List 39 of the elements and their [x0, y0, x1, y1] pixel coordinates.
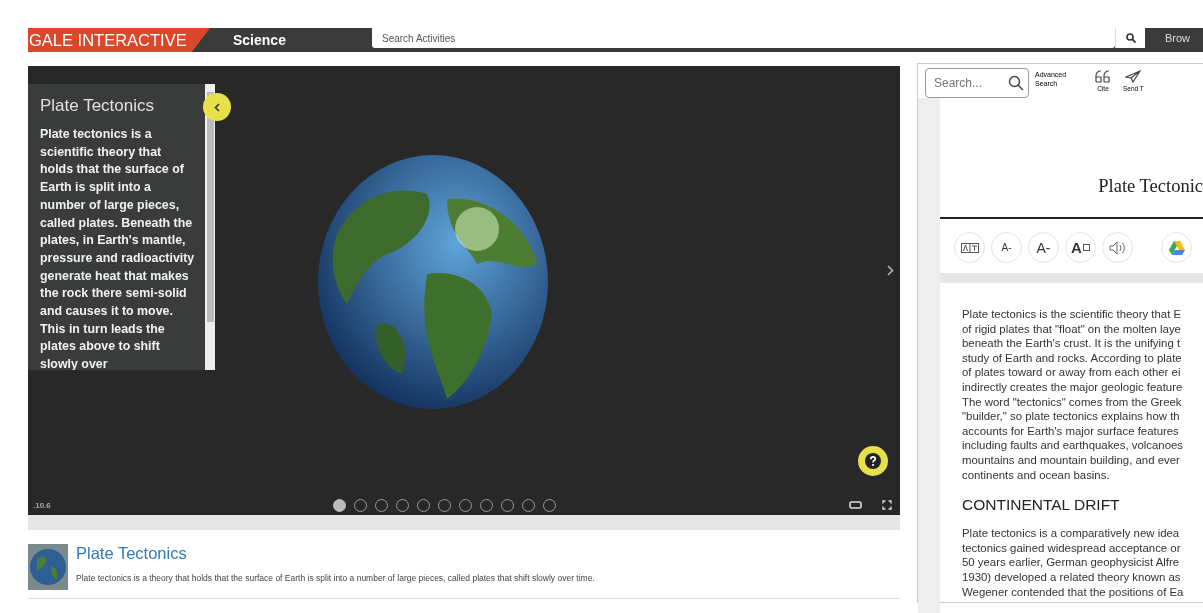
drive-button[interactable] [1161, 232, 1192, 263]
scrollbar[interactable] [205, 84, 215, 370]
chevron-left-icon [214, 102, 220, 112]
section-heading: CONTINENTAL DRIFT [962, 496, 1121, 515]
section-title: Science [232, 31, 287, 50]
question-icon [865, 453, 881, 469]
drive-icon [1168, 240, 1185, 255]
article-search-field[interactable]: Search... [925, 68, 1029, 98]
article-title: Plate Tectonic [1097, 176, 1203, 197]
translate-button[interactable] [954, 232, 985, 263]
minimize-icon [849, 501, 862, 509]
increase-text-button[interactable]: A- [1028, 232, 1059, 263]
search-button[interactable] [1115, 28, 1145, 48]
info-text: Plate tectonics is a scientific theory that holds that the surface of Earth is split into a number of large pieces, called plates. Beneath the plates, in Earth's mantle, pressure and radioactivity generate heat that makes the rock there semi-solid and causes it to move. This in turn leads the plates above to shift slowly over [40, 126, 195, 370]
translate-icon [960, 242, 979, 253]
summary-title[interactable]: Plate Tectonics [76, 544, 595, 563]
search-field[interactable]: Search Activities [372, 28, 1115, 48]
fullscreen-button[interactable] [882, 500, 892, 510]
font-button[interactable]: A [1065, 232, 1096, 263]
speaker-icon [1108, 240, 1127, 255]
help-button[interactable] [858, 446, 888, 476]
article-paragraph: Plate tectonics is a comparatively new idea tectonics gained widespread acceptance or 50 years earlier, German geophysicist Alfre 1930) developed a related theory known as Wegener contended that the positions of Ea [962, 526, 1185, 600]
info-title: Plate Tectonics [40, 96, 156, 116]
search-icon [1008, 75, 1024, 91]
paper-plane-icon [1125, 70, 1142, 83]
version-label: .10.6 [33, 500, 52, 510]
search-icon [1125, 33, 1136, 43]
decrease-text-button[interactable]: A- [991, 232, 1022, 263]
summary-text: Plate tectonics is a theory that holds that the surface of Earth is split into a number of large pieces, called plates that shift slowly over time. [76, 573, 595, 583]
listen-button[interactable] [1102, 232, 1133, 263]
logo: GALE INTERACTIVE [28, 28, 210, 52]
quote-icon [1095, 70, 1111, 83]
collapse-button[interactable] [203, 93, 231, 121]
square-icon [1082, 244, 1090, 251]
article-paragraph: Plate tectonics is the scientific theory that E of rigid plates that "float" on the molten laye beneath the Earth's crust. It is the unifying t study of Earth and rocks. According to plate of plates toward or away from each other ei indirectly creates the major geologic feature The word "tectonics" comes from the Greek "builder," so plate tectonics explains how th accounts for Earth's major surface features including faults and earthquakes, volcanoes mountains and mountain building, and ever continents and ocean basins. [962, 307, 1184, 483]
slide-dot[interactable] [333, 498, 346, 512]
chevron-right-icon [887, 265, 894, 276]
minimize-button[interactable] [849, 501, 862, 509]
fullscreen-icon [882, 500, 892, 510]
